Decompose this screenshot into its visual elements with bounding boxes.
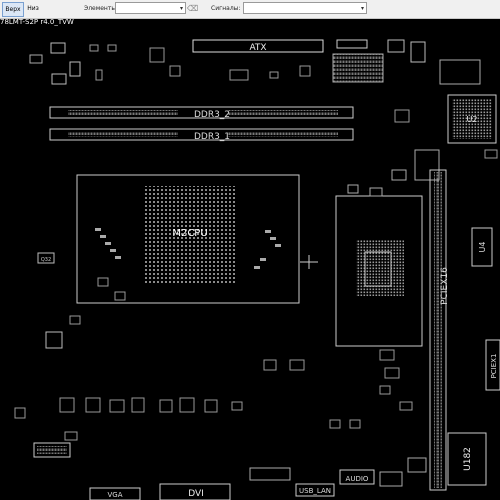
dvi-connector[interactable]: DVI bbox=[159, 483, 231, 500]
u2-label: U2 bbox=[467, 115, 478, 124]
pciex1-label: PCIEX1 bbox=[490, 354, 498, 379]
q32-part: Q32 bbox=[37, 252, 55, 264]
cpu-socket[interactable]: M2CPU bbox=[76, 174, 318, 304]
ddr3-1-label: DDR3_1 bbox=[194, 132, 230, 142]
ddr3-2-label: DDR3_2 bbox=[194, 110, 230, 120]
cpu-label: M2CPU bbox=[172, 228, 207, 239]
usb-lan-label: USB_LAN bbox=[299, 487, 331, 495]
audio-connector[interactable]: AUDIO bbox=[339, 469, 375, 485]
board-view[interactable]: ATX DDR3_2 DDR3_1 U2 M2CPU PCIEX16 U4 PC… bbox=[0, 0, 500, 500]
fan-connector-grid bbox=[332, 53, 384, 83]
pciex16-slot[interactable]: PCIEX16 bbox=[429, 169, 450, 491]
atx-connector[interactable]: ATX bbox=[192, 39, 324, 53]
svg-text:Q32: Q32 bbox=[41, 257, 51, 263]
atx-label: ATX bbox=[249, 43, 266, 53]
ddr3-slot-2[interactable]: DDR3_2 bbox=[49, 106, 354, 120]
vga-label: VGA bbox=[107, 491, 122, 499]
northbridge-chip[interactable] bbox=[335, 195, 423, 347]
u4-chip[interactable]: U4 bbox=[471, 227, 493, 267]
dvi-label: DVI bbox=[188, 489, 204, 499]
audio-label: AUDIO bbox=[346, 475, 369, 483]
usb-lan-connector[interactable]: USB_LAN bbox=[295, 483, 335, 497]
vga-connector[interactable]: VGA bbox=[89, 487, 141, 500]
u2-chip[interactable]: U2 bbox=[447, 94, 497, 144]
u182-chip[interactable]: U182 bbox=[447, 432, 487, 486]
u182-label: U182 bbox=[463, 447, 473, 471]
pciex16-label: PCIEX16 bbox=[440, 267, 450, 305]
front-audio-connector[interactable] bbox=[33, 442, 71, 458]
u4-label: U4 bbox=[478, 242, 487, 253]
pciex1-slot[interactable]: PCIEX1 bbox=[485, 339, 500, 391]
ddr3-slot-1[interactable]: DDR3_1 bbox=[49, 128, 354, 142]
